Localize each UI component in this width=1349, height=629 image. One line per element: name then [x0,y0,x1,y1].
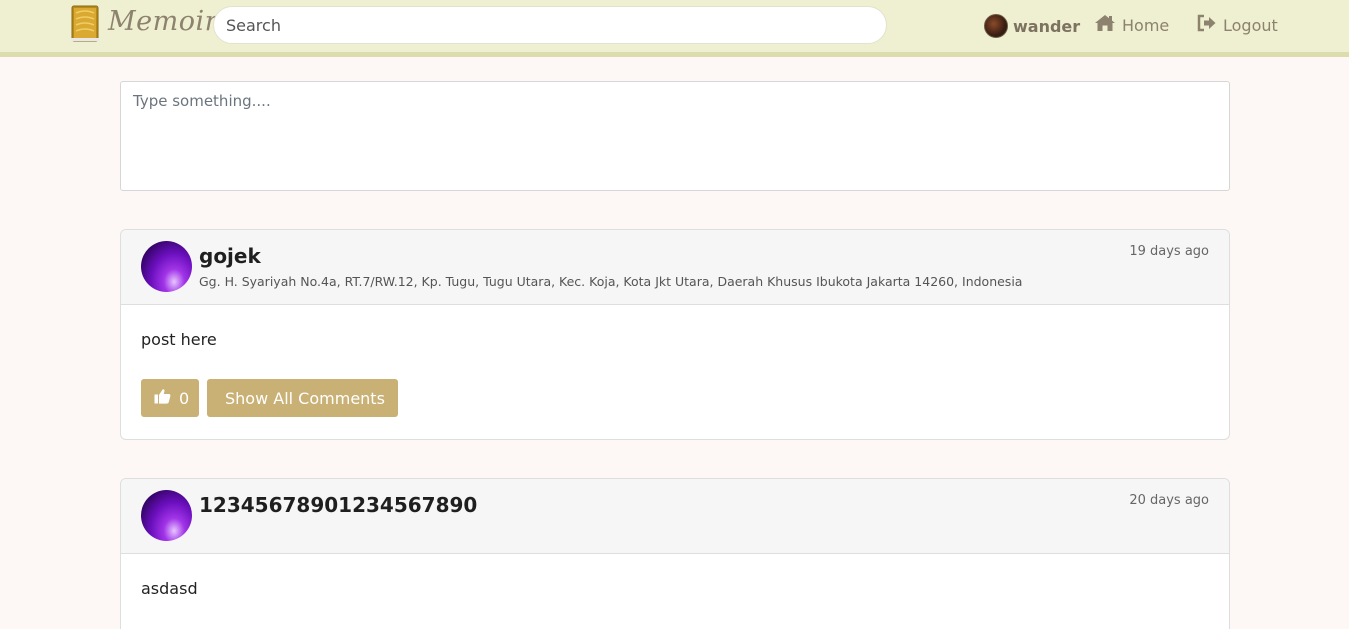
logout-link[interactable]: Logout [1197,13,1278,37]
user-avatar [984,14,1008,38]
like-button[interactable]: 0 [141,379,199,417]
post-card: gojek Gg. H. Syariyah No.4a, RT.7/RW.12,… [120,229,1230,440]
top-navbar: Memoir wander Home Logout [0,0,1349,57]
post-location: Gg. H. Syariyah No.4a, RT.7/RW.12, Kp. T… [199,274,1023,289]
like-count: 0 [179,388,190,408]
post-content: post here [141,330,217,349]
new-post-textarea[interactable] [120,81,1230,191]
show-comments-button[interactable]: Show All Comments [207,379,398,417]
user-profile-link[interactable]: wander [984,13,1080,39]
post-author-avatar[interactable] [141,490,192,541]
post-body: post here 0 Show All Comments [121,305,1229,437]
post-body: asdasd [121,554,1229,618]
post-actions: 0 Show All Comments [141,379,1209,417]
search-input[interactable] [213,6,887,44]
post-timestamp: 19 days ago [1129,244,1209,259]
post-content: asdasd [141,579,198,598]
post-card: 12345678901234567890 20 days ago asdasd [120,478,1230,629]
logout-label: Logout [1223,15,1278,35]
post-author-avatar[interactable] [141,241,192,292]
home-label: Home [1122,15,1170,35]
thumbs-up-icon [154,388,171,408]
post-timestamp: 20 days ago [1129,493,1209,508]
post-author-name[interactable]: gojek [199,244,261,268]
post-header: 12345678901234567890 20 days ago [121,479,1229,554]
username-label: wander [1013,16,1081,36]
logout-icon [1197,14,1217,36]
memoir-logo-icon[interactable] [71,5,99,42]
home-link[interactable]: Home [1094,13,1169,37]
brand-name[interactable]: Memoir [108,6,218,37]
post-author-name[interactable]: 12345678901234567890 [199,493,477,517]
post-header: gojek Gg. H. Syariyah No.4a, RT.7/RW.12,… [121,230,1229,305]
home-icon [1094,14,1116,36]
